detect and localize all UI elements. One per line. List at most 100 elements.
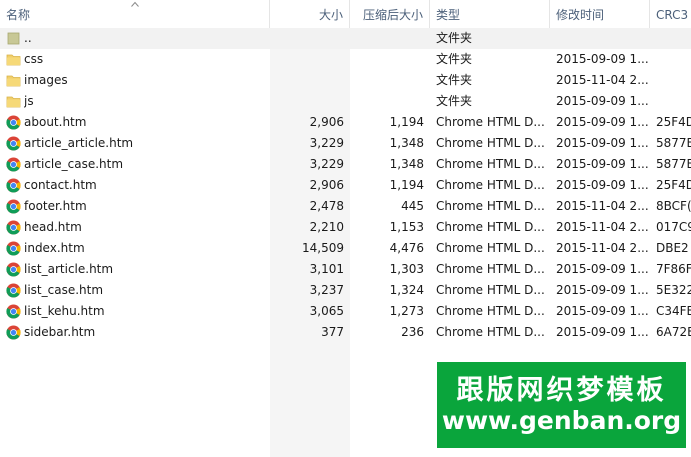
file-name: article_article.htm	[24, 136, 134, 150]
file-row[interactable]: index.htm 14,509 4,476 Chrome HTML D... 2015…	[0, 238, 691, 259]
file-name: ..	[24, 31, 32, 45]
file-row[interactable]: .. 文件夹	[0, 28, 691, 49]
file-crc: 25F4D	[656, 178, 691, 192]
file-name: index.htm	[24, 241, 85, 255]
file-crc	[656, 70, 691, 91]
file-name: images	[24, 73, 68, 87]
file-row[interactable]: list_case.htm 3,237 1,324 Chrome HTML D... 2…	[0, 280, 691, 301]
file-name: css	[24, 52, 44, 66]
file-row[interactable]: article_article.htm 3,229 1,348 Chrome HTML…	[0, 133, 691, 154]
file-packed-size	[350, 49, 424, 70]
file-name: sidebar.htm	[24, 325, 96, 339]
file-size: 3,237	[309, 283, 344, 297]
file-type: Chrome HTML D...	[436, 199, 545, 213]
file-size: 2,478	[309, 199, 344, 213]
file-row[interactable]: footer.htm 2,478 445 Chrome HTML D... 2015-1…	[0, 196, 691, 217]
file-size: 3,101	[309, 262, 344, 276]
file-size: 2,906	[309, 178, 344, 192]
file-type: Chrome HTML D...	[436, 220, 545, 234]
file-row[interactable]: images 文件夹 2015-11-04 2...	[0, 70, 691, 91]
file-size	[270, 70, 344, 91]
file-row[interactable]: contact.htm 2,906 1,194 Chrome HTML D... 201…	[0, 175, 691, 196]
file-name: article_case.htm	[24, 157, 124, 171]
file-packed-size	[350, 70, 424, 91]
file-row[interactable]: about.htm 2,906 1,194 Chrome HTML D... 2015-…	[0, 112, 691, 133]
file-row[interactable]: list_article.htm 3,101 1,303 Chrome HTML D.…	[0, 259, 691, 280]
file-name: head.htm	[24, 220, 82, 234]
column-header-crc[interactable]: CRC3	[650, 0, 691, 28]
file-modified: 2015-09-09 1...	[556, 94, 648, 108]
file-modified: 2015-09-09 1...	[556, 178, 648, 192]
file-size: 3,229	[309, 157, 344, 171]
file-modified: 2015-09-09 1...	[556, 283, 648, 297]
watermark-url: www.genban.org	[441, 406, 682, 435]
file-row[interactable]: head.htm 2,210 1,153 Chrome HTML D... 2015-1…	[0, 217, 691, 238]
file-name: about.htm	[24, 115, 87, 129]
file-row[interactable]: sidebar.htm 377 236 Chrome HTML D... 2015-09…	[0, 322, 691, 343]
file-type: Chrome HTML D...	[436, 178, 545, 192]
file-packed-size: 1,194	[389, 178, 424, 192]
file-crc	[656, 28, 691, 49]
file-modified	[556, 28, 648, 49]
file-type: 文件夹	[436, 31, 473, 45]
file-packed-size	[350, 28, 424, 49]
column-header-packed-size[interactable]: 压缩后大小	[350, 0, 430, 28]
file-crc: 5877E	[656, 136, 691, 150]
file-type: 文件夹	[436, 52, 473, 66]
column-header-modified[interactable]: 修改时间	[550, 0, 650, 28]
file-crc	[656, 49, 691, 70]
file-size: 377	[321, 325, 344, 339]
file-modified: 2015-09-09 1...	[556, 115, 648, 129]
file-size: 14,509	[302, 241, 344, 255]
file-crc: 5E322	[656, 283, 691, 297]
file-type: Chrome HTML D...	[436, 304, 545, 318]
file-size: 2,906	[309, 115, 344, 129]
column-header-type[interactable]: 类型	[430, 0, 550, 28]
file-packed-size: 445	[401, 199, 424, 213]
file-modified: 2015-09-09 1...	[556, 325, 648, 339]
file-modified: 2015-09-09 1...	[556, 52, 648, 66]
file-crc: 7F86F	[656, 262, 691, 276]
file-crc: 8BCF(	[656, 199, 691, 213]
sort-ascending-icon	[131, 1, 139, 7]
file-modified: 2015-11-04 2...	[556, 220, 648, 234]
file-name: list_article.htm	[24, 262, 114, 276]
file-modified: 2015-09-09 1...	[556, 262, 648, 276]
file-type: Chrome HTML D...	[436, 325, 545, 339]
file-packed-size	[350, 91, 424, 112]
file-modified: 2015-09-09 1...	[556, 136, 648, 150]
file-packed-size: 1,273	[389, 304, 424, 318]
watermark: 跟版网织梦模板 www.genban.org	[437, 362, 686, 448]
file-name: contact.htm	[24, 178, 97, 192]
file-modified: 2015-09-09 1...	[556, 157, 648, 171]
file-packed-size: 1,194	[389, 115, 424, 129]
file-packed-size: 1,348	[389, 136, 424, 150]
watermark-title: 跟版网织梦模板	[456, 375, 667, 406]
file-packed-size: 1,324	[389, 283, 424, 297]
file-size: 2,210	[309, 220, 344, 234]
file-crc	[656, 91, 691, 112]
file-crc: 25F4D	[656, 115, 691, 129]
file-modified: 2015-11-04 2...	[556, 241, 648, 255]
file-modified: 2015-11-04 2...	[556, 199, 648, 213]
file-type: 文件夹	[436, 94, 473, 108]
file-type: Chrome HTML D...	[436, 262, 545, 276]
file-type: 文件夹	[436, 73, 473, 87]
file-type: Chrome HTML D...	[436, 115, 545, 129]
file-row[interactable]: css 文件夹 2015-09-09 1...	[0, 49, 691, 70]
file-modified: 2015-09-09 1...	[556, 304, 648, 318]
column-header-size[interactable]: 大小	[270, 0, 350, 28]
file-size	[270, 28, 344, 49]
file-row[interactable]: article_case.htm 3,229 1,348 Chrome HTML D.…	[0, 154, 691, 175]
file-type: Chrome HTML D...	[436, 283, 545, 297]
column-header: 名称 大小 压缩后大小 类型 修改时间 CRC3	[0, 0, 691, 29]
file-size: 3,229	[309, 136, 344, 150]
file-packed-size: 1,153	[389, 220, 424, 234]
file-packed-size: 1,303	[389, 262, 424, 276]
file-size	[270, 49, 344, 70]
file-crc: DBE2	[656, 241, 689, 255]
file-name: js	[24, 94, 34, 108]
file-row[interactable]: js 文件夹 2015-09-09 1...	[0, 91, 691, 112]
file-crc: C34FE	[656, 304, 691, 318]
file-row[interactable]: list_kehu.htm 3,065 1,273 Chrome HTML D... 2…	[0, 301, 691, 322]
